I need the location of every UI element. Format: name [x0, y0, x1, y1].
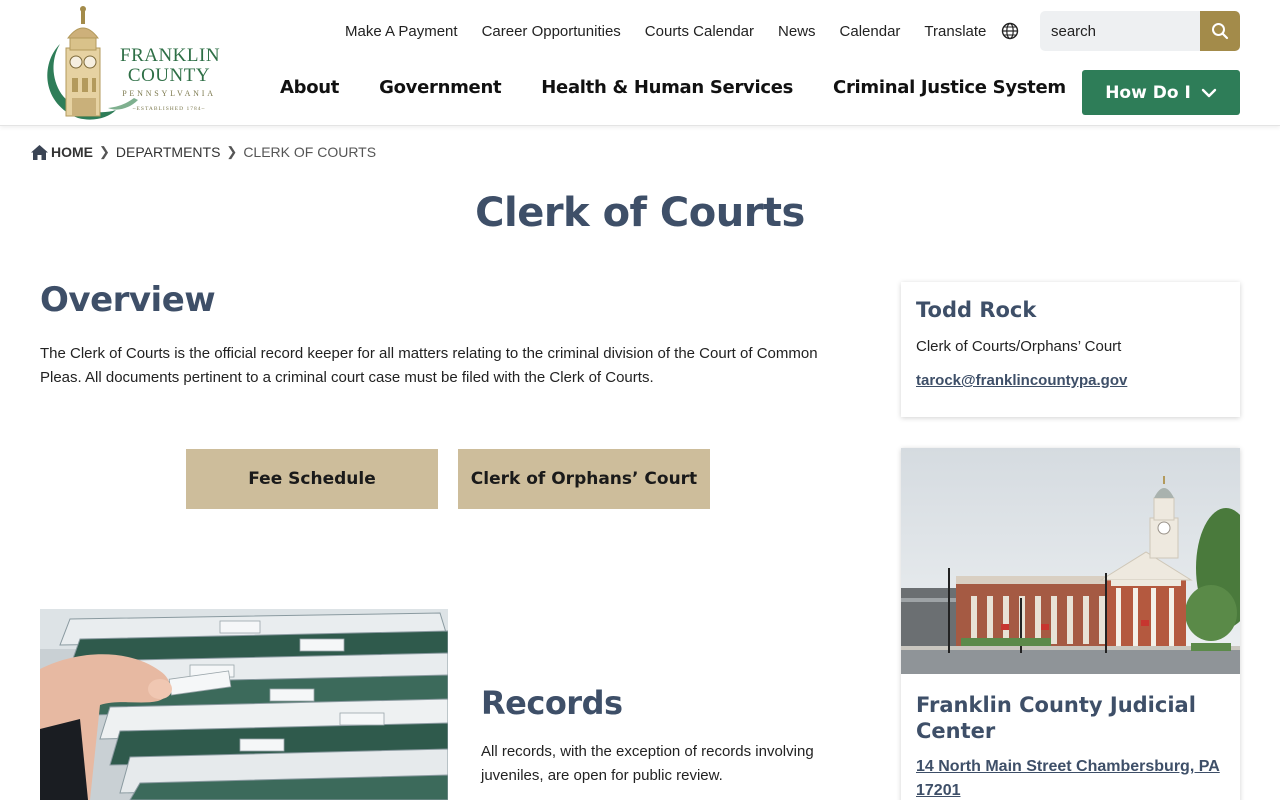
location-address-link[interactable]: 14 North Main Street Chambersburg, PA 17… — [916, 755, 1226, 800]
util-link-make-a-payment[interactable]: Make A Payment — [345, 20, 458, 44]
nav-health-human-services[interactable]: Health & Human Services — [541, 77, 793, 103]
nav-government[interactable]: Government — [379, 77, 501, 103]
judicial-center-image — [901, 448, 1240, 674]
util-link-calendar[interactable]: Calendar — [840, 20, 901, 44]
records-text: All records, with the exception of recor… — [481, 743, 814, 784]
globe-icon[interactable] — [1000, 21, 1020, 41]
site-header: FRANKLIN COUNTY PENNSYLVANIA ~ESTABLISHE… — [0, 0, 1280, 126]
util-link-courts-calendar[interactable]: Courts Calendar — [645, 20, 754, 44]
breadcrumb: Home ❯ Departments ❯ Clerk of Courts — [30, 142, 376, 162]
how-do-i-label: How Do I — [1105, 82, 1191, 103]
logo-line-3: PENNSYLVANIA — [122, 89, 216, 98]
contact-title: Clerk of Courts/Orphans’ Court — [916, 338, 1122, 355]
overview-heading: Overview — [40, 280, 216, 320]
how-do-i-button[interactable]: How Do I — [1082, 70, 1240, 115]
contact-name: Todd Rock — [916, 298, 1037, 322]
chevron-right-icon: ❯ — [99, 144, 110, 159]
logo-wordmark: FRANKLIN COUNTY PENNSYLVANIA ~ESTABLISHE… — [120, 45, 221, 113]
breadcrumb-home[interactable]: Home — [51, 144, 93, 160]
overview-text: The Clerk of Courts is the official reco… — [40, 345, 818, 386]
nav-criminal-justice-system[interactable]: Criminal Justice System — [833, 77, 1066, 103]
search-button[interactable] — [1200, 11, 1240, 51]
chevron-down-icon — [1201, 88, 1216, 97]
fee-schedule-button[interactable]: Fee Schedule — [186, 449, 438, 509]
page-title: Clerk of Courts — [475, 190, 805, 236]
breadcrumb-current: Clerk of Courts — [243, 144, 377, 160]
logo-line-1: FRANKLIN — [120, 45, 221, 66]
main-nav: About Government Health & Human Services… — [280, 77, 1066, 103]
chevron-right-icon: ❯ — [226, 144, 238, 159]
location-card: Franklin County Judicial Center 14 North… — [901, 448, 1240, 800]
search-input[interactable] — [1040, 11, 1200, 51]
search-icon — [1212, 23, 1229, 40]
contact-email-link[interactable]: tarock@franklincountypa.gov — [916, 372, 1127, 389]
records-filing-cabinet-image — [40, 609, 448, 800]
logo-line-4: ~ESTABLISHED 1784~ — [132, 106, 206, 112]
util-link-news[interactable]: News — [778, 20, 816, 44]
util-link-translate[interactable]: Translate — [924, 20, 986, 44]
logo-line-2: COUNTY — [127, 65, 211, 86]
records-heading: Records — [481, 684, 623, 722]
clerk-of-orphans-court-button[interactable]: Clerk of Orphans’ Court — [458, 449, 710, 509]
breadcrumb-departments[interactable]: Departments — [116, 144, 221, 160]
utility-nav: Make A Payment Career Opportunities Cour… — [345, 20, 1010, 44]
nav-about[interactable]: About — [280, 77, 339, 103]
contact-card: Todd Rock Clerk of Courts/Orphans’ Court… — [901, 282, 1240, 417]
home-icon[interactable] — [30, 144, 49, 161]
location-name: Franklin County Judicial Center — [916, 693, 1196, 743]
util-link-career-opportunities[interactable]: Career Opportunities — [482, 20, 621, 44]
